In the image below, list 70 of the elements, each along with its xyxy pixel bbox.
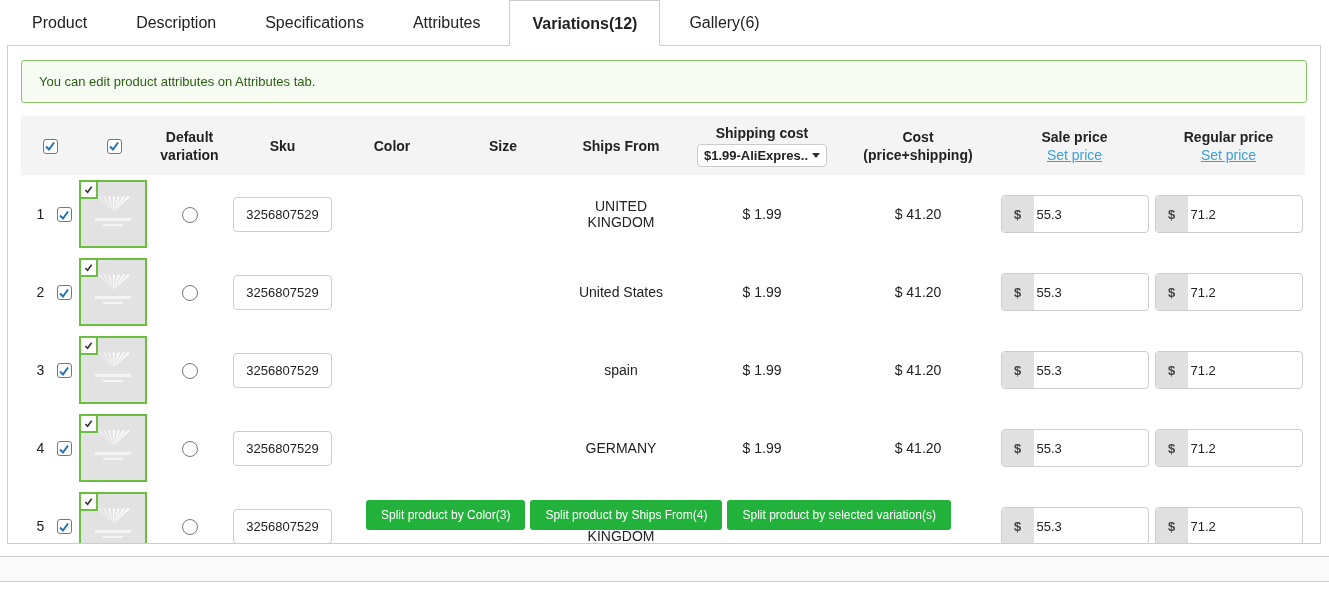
column-header: Ships From [582, 136, 660, 155]
ships-from-text: spain [603, 362, 639, 378]
check-icon [58, 286, 70, 299]
default-radio[interactable] [181, 518, 198, 535]
ships-from-text: KINGDOM [586, 528, 656, 543]
ships-from-text: GERMANY [584, 440, 658, 456]
tab[interactable]: Product [12, 0, 108, 45]
tab[interactable]: Attributes [392, 0, 501, 45]
image-checkbox[interactable] [81, 416, 98, 433]
check-icon [108, 140, 120, 153]
checkbox[interactable] [56, 285, 72, 301]
shipping-select[interactable]: $1.99-AliExpres.. [696, 144, 828, 167]
default-radio[interactable] [181, 284, 198, 301]
shipping-cost: $ 1.99 [742, 284, 782, 300]
checkbox[interactable] [56, 441, 72, 457]
tab[interactable]: Description [116, 0, 237, 45]
row-number: 1 [35, 205, 46, 222]
check-icon [84, 185, 93, 194]
column-header: Size [489, 136, 517, 155]
sku-field[interactable]: 3256807529 [233, 352, 332, 388]
image-checkbox[interactable] [81, 494, 98, 511]
row-number: 3 [35, 361, 46, 378]
column-header: Default variation [159, 127, 220, 164]
check-icon [84, 419, 93, 428]
check-icon [84, 263, 93, 272]
column-header: Regular price [1183, 128, 1274, 146]
check-icon [58, 208, 70, 221]
tab[interactable]: Variations(12) [509, 0, 661, 46]
check-icon [44, 140, 56, 153]
check-icon [58, 364, 70, 377]
column-header: Color [373, 136, 411, 155]
checkbox[interactable] [56, 363, 72, 379]
image-checkbox[interactable] [81, 338, 98, 355]
cost-value: $ 41.20 [894, 206, 942, 222]
check-icon [58, 520, 70, 533]
default-radio[interactable] [181, 440, 198, 457]
shipping-cost: $ 1.99 [742, 206, 782, 222]
sku-field[interactable]: 3256807529 [233, 274, 332, 310]
checkbox[interactable] [56, 519, 72, 535]
select-all-checkbox[interactable] [42, 138, 58, 154]
row-number: 4 [35, 439, 46, 456]
column-header: Sku [269, 136, 296, 155]
image-checkbox[interactable] [81, 182, 98, 199]
default-radio[interactable] [181, 206, 198, 223]
row-number: 2 [35, 283, 46, 300]
cost-value: $ 41.20 [894, 284, 942, 300]
image-checkbox[interactable] [81, 260, 98, 277]
cost-value: $ 41.20 [894, 362, 942, 378]
column-header: Shipping cost [715, 124, 809, 142]
shipping-cost: $ 1.99 [742, 440, 782, 456]
select-all-checkbox[interactable] [106, 138, 122, 154]
caret-icon [812, 153, 821, 158]
cost-value: $ 41.20 [894, 440, 942, 456]
info-notice: You can edit product attributes on Attributes tab. [21, 60, 1307, 103]
sku-field[interactable]: 3256807529 [233, 508, 332, 543]
column-header: Sale price [1041, 128, 1108, 146]
tab[interactable]: Specifications [245, 0, 384, 45]
ships-from-text: UNITED KINGDOM [586, 198, 656, 230]
column-header: Cost (price+shipping) [862, 127, 974, 164]
default-radio[interactable] [181, 362, 198, 379]
sku-field[interactable]: 3256807529 [233, 196, 332, 232]
check-icon [84, 341, 93, 350]
tab[interactable]: Gallery(6) [669, 0, 780, 45]
checkbox[interactable] [56, 207, 72, 223]
row-number: 5 [35, 517, 46, 534]
check-icon [58, 442, 70, 455]
check-icon [84, 497, 93, 506]
ships-from-text: United States [577, 284, 665, 300]
sku-field[interactable]: 3256807529 [233, 430, 332, 466]
shipping-cost: $ 1.99 [742, 362, 782, 378]
